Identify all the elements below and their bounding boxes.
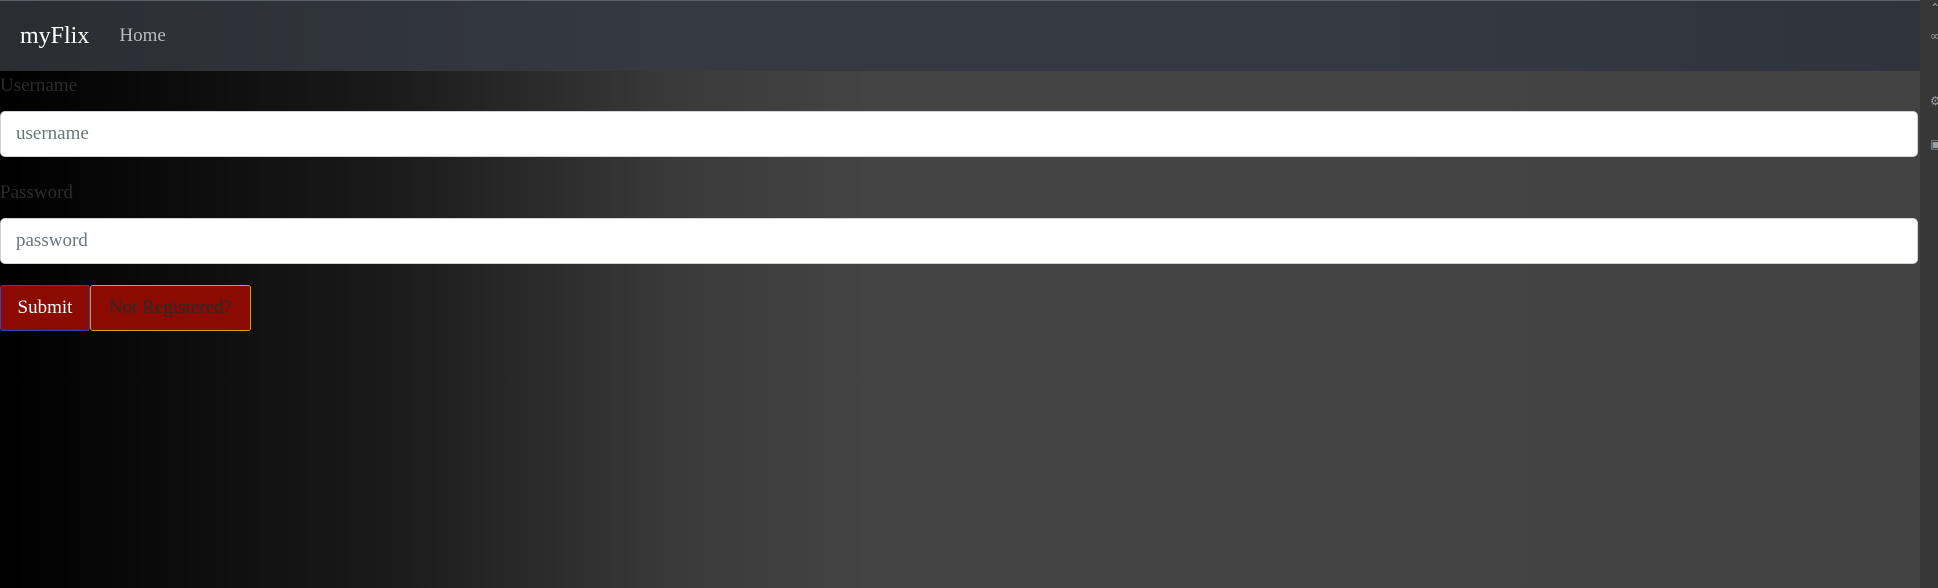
sidebar-icon-top[interactable]: ⌃ xyxy=(1930,2,1938,14)
username-input[interactable] xyxy=(0,111,1918,157)
panel-icon[interactable]: ▣ xyxy=(1930,138,1938,150)
username-label: Username xyxy=(0,75,78,96)
not-registered-button[interactable]: Not Registered? xyxy=(90,285,251,331)
sidebar-icon-links[interactable]: ∞ xyxy=(1930,30,1938,42)
gear-icon[interactable]: ⚙ xyxy=(1930,95,1938,107)
brand-link[interactable]: myFlix xyxy=(20,23,89,50)
navbar: myFlix Home xyxy=(0,1,1920,71)
password-input[interactable] xyxy=(0,218,1918,264)
right-sidebar-strip: ⌃ ∞ ⚙ ▣ xyxy=(1920,0,1938,588)
nav-home-link[interactable]: Home xyxy=(119,25,165,47)
submit-button[interactable]: Submit xyxy=(0,285,90,331)
password-label: Password xyxy=(0,182,73,203)
